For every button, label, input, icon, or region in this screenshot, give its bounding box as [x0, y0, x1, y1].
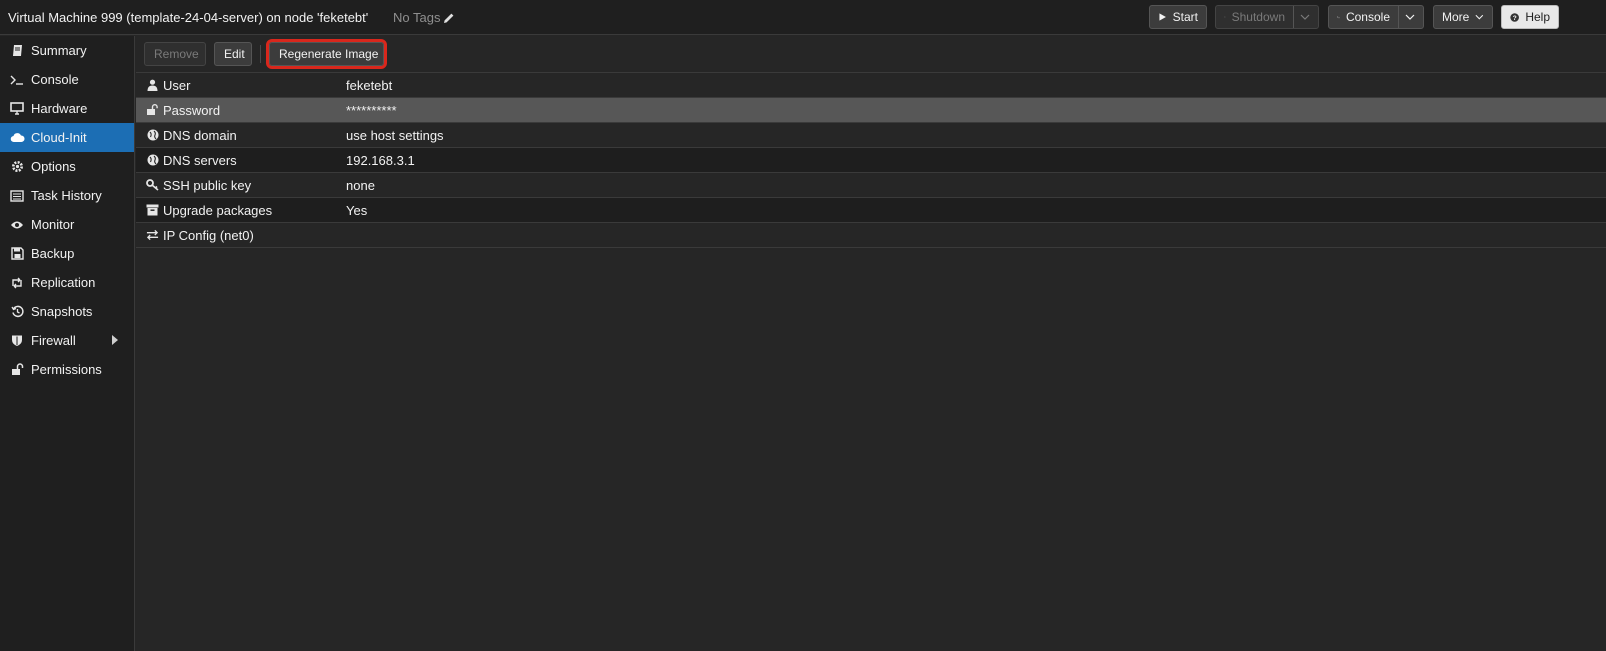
toolbar: Remove Edit Regenerate Image	[136, 36, 1606, 73]
history-icon	[9, 304, 25, 320]
sidebar-item-label: Replication	[31, 275, 96, 290]
row-key: Upgrade packages	[163, 202, 273, 218]
page-title: Virtual Machine 999 (template-24-04-serv…	[8, 10, 369, 25]
chevron-down-icon	[1475, 14, 1484, 20]
chevron-down-icon	[1300, 14, 1310, 20]
start-button[interactable]: Start	[1149, 5, 1207, 29]
sidebar-item-label: Monitor	[31, 217, 75, 232]
sidebar-item-label: Options	[31, 159, 76, 174]
sidebar-item-label: Hardware	[31, 101, 88, 116]
gear-icon	[9, 159, 25, 175]
sidebar-item-label: Backup	[31, 246, 75, 261]
table-row[interactable]: DNS servers 192.168.3.1	[136, 148, 1606, 173]
console-label: Console	[1345, 10, 1390, 24]
key-icon	[146, 179, 159, 192]
sidebar-item-permissions[interactable]: Permissions	[0, 355, 134, 384]
terminal-icon	[9, 72, 25, 88]
archive-icon	[146, 204, 159, 217]
sidebar-item-summary[interactable]: Summary	[0, 36, 134, 65]
cloud-init-grid: User feketebt Password ********** DNS do…	[136, 73, 1606, 248]
floppy-icon	[9, 246, 25, 262]
table-row[interactable]: DNS domain use host settings	[136, 123, 1606, 148]
power-icon	[1224, 16, 1226, 18]
svg-text:?: ?	[1513, 15, 1517, 22]
table-row[interactable]: Upgrade packages Yes	[136, 198, 1606, 223]
sidebar-item-console[interactable]: Console	[0, 65, 134, 94]
row-key: DNS domain	[163, 127, 237, 143]
sidebar-item-label: Summary	[31, 43, 87, 58]
globe-icon	[146, 154, 159, 167]
shutdown-button[interactable]: Shutdown	[1215, 5, 1319, 29]
cloud-icon	[9, 130, 25, 146]
edit-button[interactable]: Edit	[214, 42, 252, 66]
pencil-icon[interactable]	[443, 12, 455, 24]
row-value: 192.168.3.1	[346, 152, 415, 168]
shutdown-dropdown[interactable]	[1293, 6, 1310, 28]
eye-icon	[9, 217, 25, 233]
row-value: Yes	[346, 202, 368, 218]
help-button[interactable]: ? Help	[1501, 5, 1559, 29]
retweet-icon	[9, 275, 25, 291]
row-key: DNS servers	[163, 152, 237, 168]
sidebar-item-hardware[interactable]: Hardware	[0, 94, 134, 123]
table-row[interactable]: User feketebt	[136, 73, 1606, 98]
sidebar-item-firewall[interactable]: Firewall	[0, 326, 134, 355]
unlock-icon	[146, 104, 159, 117]
row-key: IP Config (net0)	[163, 227, 254, 243]
user-icon	[146, 79, 159, 92]
sidebar-item-label: Snapshots	[31, 304, 93, 319]
sidebar-item-label: Task History	[31, 188, 102, 203]
shield-icon	[9, 333, 25, 349]
sidebar-item-monitor[interactable]: Monitor	[0, 210, 134, 239]
console-button[interactable]: Console	[1328, 5, 1424, 29]
row-key: Password	[163, 102, 221, 118]
console-dropdown[interactable]	[1398, 6, 1415, 28]
more-button[interactable]: More	[1433, 5, 1493, 29]
table-row[interactable]: Password **********	[136, 98, 1606, 123]
help-label: Help	[1525, 10, 1550, 24]
row-value: feketebt	[346, 77, 393, 93]
sidebar-item-options[interactable]: Options	[0, 152, 134, 181]
book-icon	[9, 43, 25, 59]
row-key: SSH public key	[163, 177, 252, 193]
exchange-icon	[146, 229, 159, 242]
top-header: Virtual Machine 999 (template-24-04-serv…	[0, 0, 1606, 35]
question-circle-icon: ?	[1510, 12, 1519, 22]
sidebar: Summary Console Hardware Cloud-Init Opti…	[0, 36, 135, 651]
expand-arrow-icon[interactable]	[112, 335, 118, 345]
row-value: **********	[346, 102, 397, 118]
globe-icon	[146, 129, 159, 142]
sidebar-item-label: Cloud-Init	[31, 130, 87, 145]
sidebar-item-label: Console	[31, 72, 79, 87]
main-panel: Remove Edit Regenerate Image User fekete…	[136, 36, 1606, 651]
row-value: use host settings	[346, 127, 444, 143]
sidebar-item-task-history[interactable]: Task History	[0, 181, 134, 210]
tags-area[interactable]: No Tags	[393, 10, 455, 25]
play-icon	[1159, 13, 1166, 21]
sidebar-item-replication[interactable]: Replication	[0, 268, 134, 297]
sidebar-item-backup[interactable]: Backup	[0, 239, 134, 268]
toolbar-separator	[260, 45, 261, 63]
sidebar-item-cloud-init[interactable]: Cloud-Init	[0, 123, 134, 152]
chevron-down-icon	[1405, 14, 1415, 20]
unlock-icon	[9, 362, 25, 378]
more-label: More	[1442, 10, 1470, 24]
sidebar-item-label: Permissions	[31, 362, 102, 377]
regenerate-image-button[interactable]: Regenerate Image	[266, 39, 387, 69]
remove-button[interactable]: Remove	[144, 42, 206, 66]
table-row[interactable]: IP Config (net0)	[136, 223, 1606, 248]
list-icon	[9, 188, 25, 204]
row-value: none	[346, 177, 375, 193]
sidebar-item-snapshots[interactable]: Snapshots	[0, 297, 134, 326]
shutdown-label: Shutdown	[1231, 10, 1285, 24]
sidebar-item-label: Firewall	[31, 333, 76, 348]
table-row[interactable]: SSH public key none	[136, 173, 1606, 198]
start-label: Start	[1172, 10, 1198, 24]
terminal-icon	[1337, 16, 1340, 18]
monitor-icon	[9, 101, 25, 117]
tags-label: No Tags	[393, 10, 441, 25]
row-key: User	[163, 77, 191, 93]
